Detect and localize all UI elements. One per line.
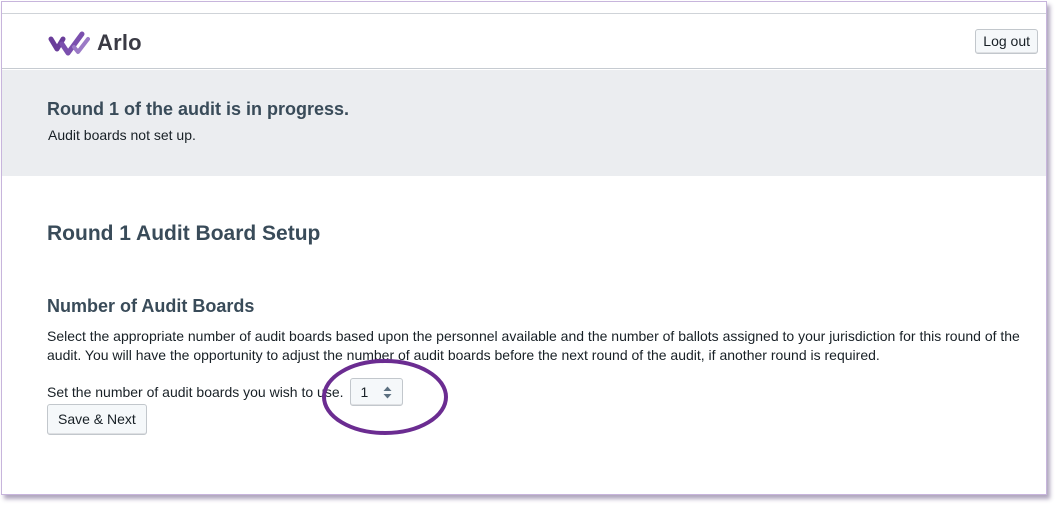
app-window: Arlo Log out Round 1 of the audit is in … <box>1 1 1047 495</box>
save-next-button[interactable]: Save & Next <box>47 404 147 435</box>
caret-up-down-icon <box>383 386 392 399</box>
page-title: Round 1 Audit Board Setup <box>47 222 321 245</box>
audit-board-count-row: Set the number of audit boards you wish … <box>47 378 403 406</box>
logo[interactable]: Arlo <box>48 28 142 58</box>
status-banner: Round 1 of the audit is in progress. Aud… <box>2 70 1046 176</box>
audit-board-count-label: Set the number of audit boards you wish … <box>47 384 344 400</box>
section-description: Select the appropriate number of audit b… <box>47 328 1020 363</box>
logo-text: Arlo <box>97 30 142 55</box>
audit-board-count-value: 1 <box>360 384 369 400</box>
logout-button[interactable]: Log out <box>975 29 1038 54</box>
browser-top-strip <box>2 2 1046 14</box>
section-title: Number of Audit Boards <box>47 296 255 316</box>
audit-board-count-select[interactable]: 1 <box>349 378 403 406</box>
arlo-checkmark-logo-icon <box>48 31 90 56</box>
status-title: Round 1 of the audit is in progress. <box>47 99 350 119</box>
top-navbar: Arlo Log out <box>2 15 1046 69</box>
status-subtitle: Audit boards not set up. <box>48 127 196 143</box>
